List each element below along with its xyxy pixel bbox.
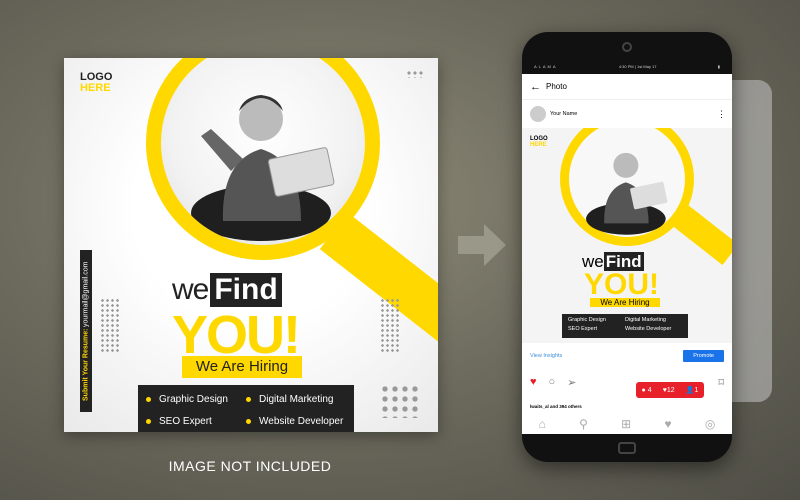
comment-icon[interactable]: ○ [549, 376, 556, 388]
arrow-left-icon[interactable]: ← [530, 81, 541, 93]
phone-screen: ← Photo Your Name ⋮ LOGO HERE we Find YOU!… [522, 74, 732, 434]
add-icon[interactable]: ⊞ [621, 417, 631, 431]
avatar[interactable] [530, 106, 546, 122]
view-insights-link[interactable]: View Insights [530, 353, 562, 359]
search-icon[interactable]: ⚲ [579, 417, 588, 431]
profile-icon[interactable]: ◎ [705, 417, 715, 431]
skill-item: Digital Marketing [246, 389, 346, 409]
person-image [191, 95, 335, 241]
hiring-banner: We Are Hiring [182, 356, 302, 378]
status-bar: ALAMA 4:30 PM | 1st May 17 ▮ [534, 63, 720, 69]
post-thumbnail[interactable]: LOGO HERE we Find YOU! We Are Hiring Graph… [522, 128, 732, 343]
user-row: Your Name ⋮ [522, 102, 732, 126]
resume-contact: Submit Your Resume: yourmail@gmail.com [80, 250, 92, 412]
headline-we-find: we Find [172, 273, 282, 307]
insights-row: View Insights Promote [522, 346, 732, 366]
heart-icon[interactable]: ♥ [664, 417, 671, 431]
battery-icon: ▮ [717, 63, 720, 69]
bookmark-icon[interactable]: ⌑ [718, 376, 724, 389]
promote-button[interactable]: Promote [683, 350, 724, 362]
headline-you: YOU! [172, 305, 301, 365]
bottom-nav: ⌂ ⚲ ⊞ ♥ ◎ [522, 414, 732, 434]
likes-text: lwaits_al and 394 others [530, 404, 582, 409]
post-design: LOGO HERE Submit Your Resume: yourmail@g… [64, 58, 438, 432]
skill-item: Graphic Design [146, 389, 246, 409]
dots-decoration [380, 298, 400, 354]
camera-icon [622, 42, 632, 52]
share-icon[interactable]: ➢ [567, 376, 576, 389]
caption: IMAGE NOT INCLUDED [168, 458, 332, 474]
dots-decoration [100, 298, 120, 354]
arrow-right-icon [458, 224, 506, 266]
dots-decoration [380, 384, 420, 418]
more-vertical-icon[interactable]: ⋮ [717, 109, 726, 120]
logo: LOGO HERE [80, 71, 113, 94]
dots-decoration [406, 70, 424, 78]
skill-item: Website Developer [246, 411, 346, 431]
skill-item: SEO Expert [146, 411, 246, 431]
home-button[interactable] [618, 442, 636, 454]
heart-icon[interactable]: ♥ [530, 376, 537, 388]
skills-box: Graphic Design Digital Marketing SEO Exp… [138, 385, 354, 432]
home-icon[interactable]: ⌂ [539, 417, 546, 431]
person-photo [161, 58, 365, 245]
app-header: ← Photo [522, 74, 732, 100]
notification-bubble: ● 4 ♥12 👤1 [636, 382, 704, 398]
